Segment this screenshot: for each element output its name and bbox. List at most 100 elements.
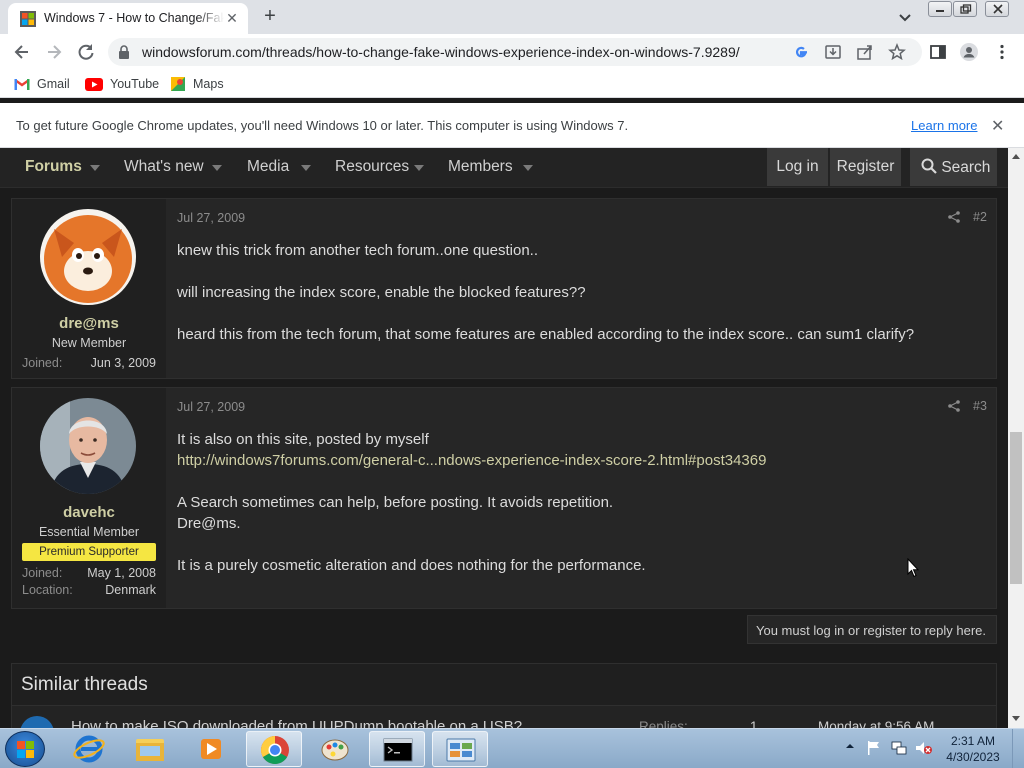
- chevron-down-icon[interactable]: [212, 165, 222, 171]
- taskbar-internet-explorer[interactable]: [61, 731, 117, 767]
- infobar-close-icon[interactable]: ✕: [991, 116, 1004, 136]
- system-clock[interactable]: 2:31 AM 4/30/2023: [942, 733, 1004, 765]
- nav-whats-new[interactable]: What's new: [124, 158, 204, 176]
- chevron-down-icon[interactable]: [301, 165, 311, 171]
- browser-toolbar: windowsforum.com/threads/how-to-change-f…: [0, 34, 1024, 70]
- chevron-down-icon[interactable]: [523, 165, 533, 171]
- show-hidden-icons-icon[interactable]: [844, 740, 856, 752]
- username[interactable]: davehc: [12, 504, 166, 521]
- forward-arrow-icon[interactable]: [44, 42, 64, 62]
- chevron-down-icon[interactable]: [90, 165, 100, 171]
- windows-logo-icon: [17, 741, 34, 758]
- replies-count: 1: [750, 719, 758, 728]
- internet-explorer-icon: [73, 735, 105, 763]
- windows-taskbar: 2:31 AM 4/30/2023: [0, 728, 1024, 768]
- share-icon[interactable]: [856, 43, 874, 61]
- taskbar-chrome[interactable]: [246, 731, 302, 767]
- taskbar-media-player[interactable]: [183, 731, 239, 767]
- post-user-pane: davehc Essential Member Premium Supporte…: [12, 388, 166, 608]
- location-value: Denmark: [105, 583, 156, 597]
- chrome-menu-icon[interactable]: [993, 43, 1011, 61]
- replies-label: Replies:: [639, 719, 688, 728]
- url-text[interactable]: windowsforum.com/threads/how-to-change-f…: [142, 44, 740, 60]
- action-center-flag-icon[interactable]: [866, 740, 882, 756]
- restore-window-icon[interactable]: [953, 1, 977, 17]
- post-date[interactable]: Jul 27, 2009: [177, 400, 245, 414]
- scrollbar-thumb[interactable]: [1010, 432, 1022, 584]
- scroll-down-arrow-icon[interactable]: [1012, 716, 1020, 721]
- username[interactable]: dre@ms: [12, 315, 166, 332]
- windows-favicon-icon: [20, 11, 36, 27]
- close-window-icon[interactable]: [985, 1, 1009, 17]
- post-number[interactable]: #3: [973, 399, 987, 413]
- minimize-window-icon[interactable]: [928, 1, 952, 17]
- chrome-icon: [261, 736, 289, 764]
- taskbar-file-explorer[interactable]: [122, 731, 178, 767]
- location-label: Location:: [22, 583, 73, 597]
- bookmark-label: Gmail: [37, 77, 70, 91]
- post-number[interactable]: #2: [973, 210, 987, 224]
- search-icon: [921, 158, 937, 174]
- search-label: Search: [941, 159, 991, 176]
- new-tab-icon[interactable]: +: [260, 6, 280, 26]
- forum-nav-bar: Forums What's new Media Resources Member…: [0, 148, 1008, 188]
- media-player-icon: [201, 739, 221, 759]
- back-arrow-icon[interactable]: [12, 42, 32, 62]
- taskbar-control-panel[interactable]: [432, 731, 488, 767]
- login-to-reply-notice[interactable]: You must log in or register to reply her…: [747, 615, 997, 644]
- page-scrollbar[interactable]: [1008, 148, 1024, 728]
- avatar[interactable]: [40, 209, 136, 305]
- bookmark-youtube[interactable]: YouTube: [85, 75, 159, 93]
- bookmarks-bar: Gmail YouTube Maps: [0, 70, 1024, 98]
- share-icon[interactable]: [948, 400, 960, 412]
- taskbar-paint[interactable]: [307, 731, 363, 767]
- post-date[interactable]: Jul 27, 2009: [177, 211, 245, 225]
- lock-icon[interactable]: [118, 45, 130, 59]
- avatar[interactable]: [40, 398, 136, 494]
- command-prompt-icon: [383, 738, 413, 762]
- forum-page: Forums What's new Media Resources Member…: [0, 148, 1008, 728]
- install-app-icon[interactable]: [824, 43, 842, 61]
- post-text: will increasing the index score, enable …: [177, 284, 586, 301]
- share-icon[interactable]: [948, 211, 960, 223]
- scroll-up-arrow-icon[interactable]: [1012, 154, 1020, 159]
- taskbar-command-prompt[interactable]: [369, 731, 425, 767]
- volume-muted-icon[interactable]: [915, 740, 933, 756]
- nav-media[interactable]: Media: [247, 158, 289, 176]
- network-icon[interactable]: [891, 740, 907, 756]
- fox-avatar-icon: [40, 209, 136, 305]
- nav-resources[interactable]: Resources: [335, 158, 409, 176]
- thread-title-link[interactable]: How to make ISO downloaded from UUPDump …: [71, 718, 522, 728]
- thread-last-post-date[interactable]: Monday at 9:56 AM: [818, 719, 934, 728]
- post-text: It is also on this site, posted by mysel…: [177, 431, 429, 448]
- show-desktop-button[interactable]: [1012, 729, 1024, 768]
- profile-avatar-icon[interactable]: [960, 43, 978, 61]
- nav-forums[interactable]: Forums: [25, 158, 82, 176]
- nav-members[interactable]: Members: [448, 158, 513, 176]
- thread-avatar[interactable]: [20, 716, 54, 728]
- start-button[interactable]: [5, 731, 45, 767]
- post-text: Dre@ms.: [177, 515, 241, 532]
- post-text: knew this trick from another tech forum.…: [177, 242, 539, 259]
- google-icon[interactable]: [792, 43, 810, 61]
- tab-close-icon[interactable]: ✕: [224, 10, 240, 26]
- login-button[interactable]: Log in: [767, 148, 828, 186]
- search-button[interactable]: Search: [910, 148, 997, 186]
- tab-title: Windows 7 - How to Change/Fake Windows E…: [44, 11, 224, 25]
- bookmark-star-icon[interactable]: [888, 43, 906, 61]
- browser-tab[interactable]: Windows 7 - How to Change/Fake Windows E…: [8, 3, 248, 34]
- joined-label: Joined:: [22, 566, 63, 580]
- learn-more-link[interactable]: Learn more: [911, 118, 977, 133]
- side-panel-icon[interactable]: [929, 43, 947, 61]
- post-link[interactable]: http://windows7forums.com/general-c...nd…: [177, 452, 766, 469]
- bookmark-gmail[interactable]: Gmail: [14, 75, 70, 93]
- register-button[interactable]: Register: [830, 148, 901, 186]
- gmail-icon: [14, 79, 30, 90]
- address-bar[interactable]: windowsforum.com/threads/how-to-change-f…: [108, 38, 922, 66]
- tab-search-icon[interactable]: [896, 8, 914, 26]
- reload-icon[interactable]: [76, 42, 96, 62]
- similar-threads-header: Similar threads: [12, 664, 996, 706]
- chevron-down-icon[interactable]: [414, 165, 424, 171]
- infobar-message: To get future Google Chrome updates, you…: [16, 118, 629, 133]
- bookmark-maps[interactable]: Maps: [170, 75, 224, 93]
